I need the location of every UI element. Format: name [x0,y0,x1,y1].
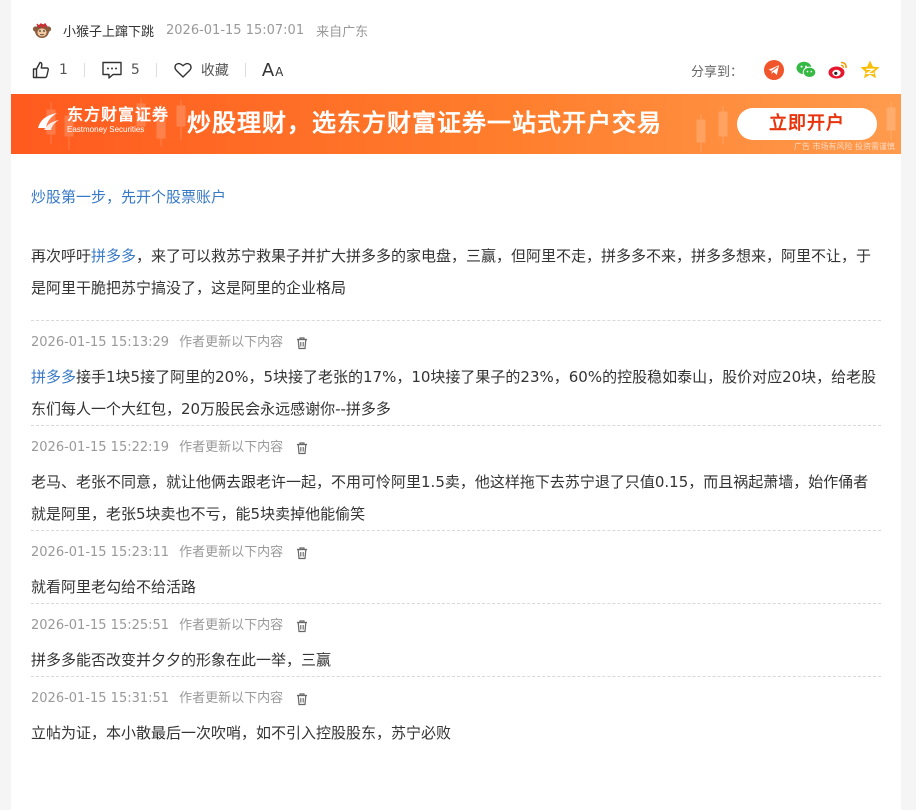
open-account-button[interactable]: 立即开户 [737,108,877,140]
update-meta: 2026-01-15 15:23:11 作者更新以下内容 [31,535,881,571]
update-text: 就看阿里老勾给不给活路 [31,578,197,596]
update-label: 作者更新以下内容 [179,440,284,455]
update-body: 立帖为证，本小散最后一次吹哨，如不引入控股股东，苏宁必败 [31,717,881,749]
delete-update-button[interactable] [295,441,309,455]
eastmoney-brand: 东方财富证券 Eastmoney Securities [35,106,169,136]
post-body-prefix: 再次呼吁 [31,247,92,265]
brand-name-en: Eastmoney Securities [67,125,145,134]
toolbar-divider [83,63,85,77]
like-count: 1 [59,62,68,78]
update-meta: 2026-01-15 15:13:29 作者更新以下内容 [31,325,881,361]
share-bar: 分享到： [691,59,881,81]
update-block: 2026-01-15 15:31:51 作者更新以下内容立帖为证，本小散最后一次吹… [31,676,881,749]
update-label: 作者更新以下内容 [179,545,284,560]
post-location: 来自广东 [316,24,369,40]
post-body: 再次呼吁拼多多，来了可以救苏宁救果子并扩大拼多多的家电盘，三赢，但阿里不走，拼多… [31,240,881,304]
delete-update-button[interactable] [295,546,309,560]
eastmoney-logo-icon [38,113,59,130]
trash-icon [297,547,308,560]
stock-link[interactable]: 拼多多 [91,247,136,265]
ad-disclaimer: 广告 市场有风险 投资需谨慎 [793,142,895,151]
weibo-share-icon[interactable] [827,59,849,81]
update-block: 2026-01-15 15:23:11 作者更新以下内容就看阿里老勾给不给活路 [31,530,881,603]
update-label: 作者更新以下内容 [179,335,284,350]
update-label: 作者更新以下内容 [179,618,284,633]
update-body: 就看阿里老勾给不给活路 [31,571,881,603]
post-time: 2026-01-15 15:07:01 [166,22,305,38]
post-toolbar: 1 5 收藏 A A 分享到： [31,56,881,84]
trash-icon [297,442,308,455]
font-large-glyph: A [261,59,275,81]
favorite-button[interactable]: 收藏 [173,60,229,80]
update-block: 2026-01-15 15:22:19 作者更新以下内容老马、老张不同意，就让他俩… [31,425,881,530]
update-text: 老马、老张不同意，就让他俩去跟老许一起，不用可怜阿里1.5卖，他这样拖下去苏宁退… [31,473,869,523]
update-meta: 2026-01-15 15:31:51 作者更新以下内容 [31,681,881,717]
delete-update-button[interactable] [295,619,309,633]
update-time: 2026-01-15 15:13:29 [31,335,170,350]
update-label: 作者更新以下内容 [179,691,284,706]
delete-update-button[interactable] [295,692,309,706]
update-time: 2026-01-15 15:25:51 [31,618,170,633]
update-block: 2026-01-15 15:25:51 作者更新以下内容拼多多能否改变并夕夕的形象… [31,603,881,676]
trash-icon [297,620,308,633]
font-size-toggle[interactable]: A A [262,60,284,81]
post-card: 小猴子上蹿下跳 2026-01-15 15:07:01 来自广东 1 5 收藏 [11,0,901,810]
trash-icon [297,337,308,350]
favorite-label: 收藏 [200,63,229,79]
update-meta: 2026-01-15 15:25:51 作者更新以下内容 [31,608,881,644]
comment-button[interactable]: 5 [101,60,140,80]
ad-banner[interactable]: 东方财富证券 Eastmoney Securities 炒股理财，选东方财富证券… [11,94,901,154]
update-time: 2026-01-15 15:31:51 [31,691,170,706]
author-name[interactable]: 小猴子上蹿下跳 [63,21,154,40]
update-text: 接手1块5接了阿里的20%，5块接了老张的17%，10块接了果子的23%，60%… [31,368,877,418]
stock-link[interactable]: 拼多多 [31,368,76,386]
telegram-share-icon[interactable] [763,59,785,81]
ad-slogan: 炒股理财，选东方财富证券一站式开户交易 [187,109,662,137]
toolbar-divider [244,63,246,77]
qzone-share-icon[interactable] [859,59,881,81]
font-small-glyph: A [275,64,284,79]
post-content: 再次呼吁拼多多，来了可以救苏宁救果子并扩大拼多多的家电盘，三赢，但阿里不走，拼多… [31,240,881,749]
update-meta: 2026-01-15 15:22:19 作者更新以下内容 [31,430,881,466]
update-text: 拼多多能否改变并夕夕的形象在此一举，三赢 [31,651,332,669]
comment-count: 5 [130,62,140,78]
update-text: 立帖为证，本小散最后一次吹哨，如不引入控股股东，苏宁必败 [31,724,452,742]
toolbar-divider [155,63,157,77]
promo-link[interactable]: 炒股第一步，先开个股票账户 [31,186,226,207]
like-button[interactable]: 1 [31,60,68,80]
wechat-share-icon[interactable] [795,59,817,81]
monkey-avatar-icon[interactable] [31,19,53,41]
brand-name-cn: 东方财富证券 [67,105,170,124]
author-updates: 2026-01-15 15:13:29 作者更新以下内容 拼多多接手1块5接了阿里的… [31,320,881,749]
post-body-text: ，来了可以救苏宁救果子并扩大拼多多的家电盘，三赢，但阿里不走，拼多多不来，拼多多… [31,247,872,297]
update-body: 老马、老张不同意，就让他俩去跟老许一起，不用可怜阿里1.5卖，他这样拖下去苏宁退… [31,466,881,530]
thumbs-up-icon [32,61,49,79]
update-time: 2026-01-15 15:23:11 [31,545,170,560]
update-block: 2026-01-15 15:13:29 作者更新以下内容拼多多接手1块5接了阿里的… [31,320,881,425]
update-time: 2026-01-15 15:22:19 [31,440,170,455]
comment-icon [102,61,122,79]
trash-icon [297,693,308,706]
update-body: 拼多多接手1块5接了阿里的20%，5块接了老张的17%，10块接了果子的23%，… [31,361,881,425]
heart-icon [174,62,192,78]
update-body: 拼多多能否改变并夕夕的形象在此一举，三赢 [31,644,881,676]
post-header: 小猴子上蹿下跳 2026-01-15 15:07:01 来自广东 [31,18,380,42]
delete-update-button[interactable] [295,336,309,350]
share-label: 分享到： [690,64,743,80]
